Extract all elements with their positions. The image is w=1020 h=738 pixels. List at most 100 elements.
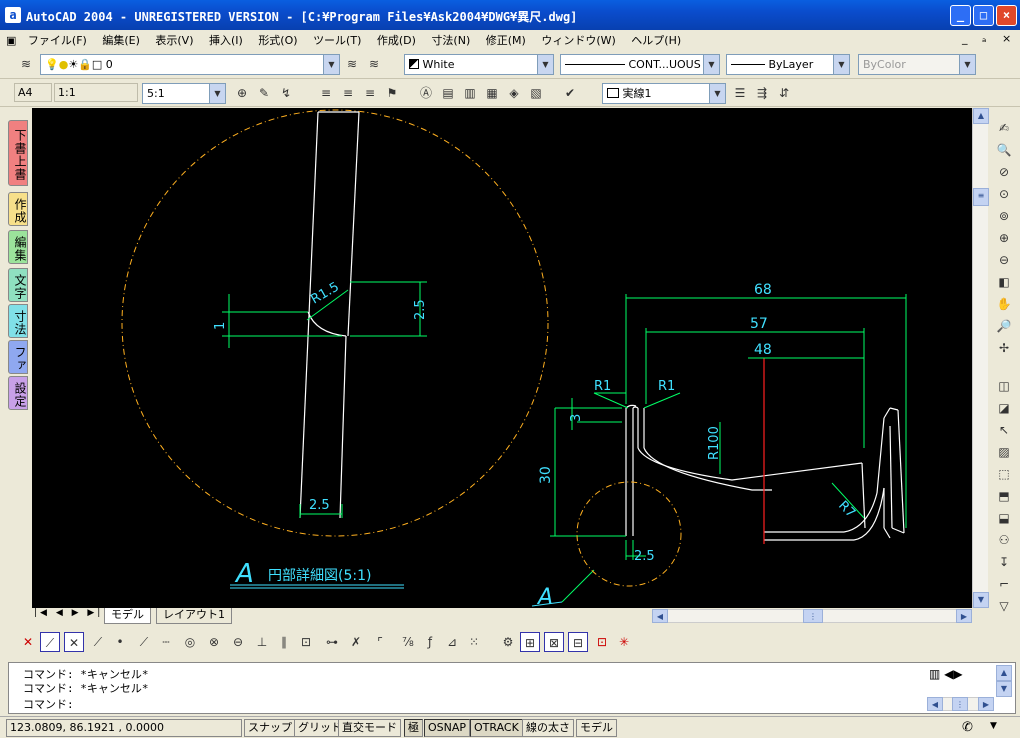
close-button[interactable]: × xyxy=(996,5,1017,26)
scroll-up-icon[interactable]: ▲ xyxy=(973,108,989,124)
mdi-restore-button[interactable]: ₐ xyxy=(982,32,986,45)
command-prompt[interactable]: コマンド: xyxy=(23,696,74,712)
pan-realtime-icon[interactable]: ✍ xyxy=(994,118,1014,138)
scale-ratio-field[interactable]: 1:1 xyxy=(54,83,138,102)
zoom-realtime-icon[interactable]: 🔎 xyxy=(994,316,1014,336)
menu-modify[interactable]: 修正(M) xyxy=(480,30,532,48)
polar-toggle[interactable]: 極 xyxy=(404,719,423,737)
snap-from-icon[interactable]: ⌜ xyxy=(370,632,390,652)
zoom-scale-icon[interactable]: ⊙ xyxy=(994,184,1014,204)
scroll-left-icon[interactable]: ◀ xyxy=(652,609,668,623)
select-all-icon[interactable]: ⬚ xyxy=(994,464,1014,484)
left-tab-edit[interactable]: 編集 xyxy=(8,230,28,264)
text-edit-icon[interactable]: ▤ xyxy=(438,83,458,103)
filter-icon[interactable]: ▽ xyxy=(994,596,1014,616)
menu-dimension[interactable]: 寸法(N) xyxy=(425,30,476,48)
left-tab-draft[interactable]: 下書上書 xyxy=(8,120,28,186)
left-tab-file[interactable]: ファ xyxy=(8,340,28,374)
midpoint-icon[interactable]: • xyxy=(110,632,130,652)
snap-toggle-b-icon[interactable]: ⊠ xyxy=(544,632,564,652)
properties-icon[interactable]: ✔ xyxy=(560,83,580,103)
title-bar[interactable]: a AutoCAD 2004 - UNREGISTERED VERSION - … xyxy=(0,0,1020,30)
text-off-icon[interactable]: ▧ xyxy=(526,83,546,103)
snap-toggle-a-icon[interactable]: ⊞ xyxy=(520,632,540,652)
linetype-combo[interactable]: CONT...UOUS ▼ xyxy=(560,54,720,75)
apparent-icon[interactable]: ┄ xyxy=(156,632,176,652)
command-scroll-right-icon[interactable]: ▶ xyxy=(978,697,994,711)
chevron-down-icon[interactable]: ▼ xyxy=(709,84,725,103)
chevron-down-icon[interactable]: ▼ xyxy=(323,55,339,74)
dim-style-b-icon[interactable]: ≡ xyxy=(338,83,358,103)
command-scroll-thumb[interactable]: ⋮ xyxy=(952,697,968,711)
vertical-scrollbar[interactable]: ▲ ≡ ▼ xyxy=(972,108,989,608)
hatch-icon[interactable]: ▨ xyxy=(994,442,1014,462)
regen-icon[interactable]: ✢ xyxy=(994,338,1014,358)
parallel-icon[interactable]: ∥ xyxy=(274,632,294,652)
left-tab-settings[interactable]: 設定 xyxy=(8,376,28,410)
endpoint-icon[interactable]: ⟋ xyxy=(88,632,108,652)
layer-previous-icon[interactable]: ≋ xyxy=(364,54,384,74)
text-style-icon[interactable]: Ⓐ xyxy=(416,83,436,103)
scroll-thumb[interactable]: ≡ xyxy=(973,188,989,206)
ortho-toggle[interactable]: 直交モード xyxy=(338,719,401,737)
lineweight-combo[interactable]: ByLayer ▼ xyxy=(726,54,850,75)
cancel-icon[interactable]: ✕ xyxy=(18,632,38,652)
menu-window[interactable]: ウィンドウ(W) xyxy=(535,30,621,48)
select-previous-icon[interactable]: ⬓ xyxy=(994,508,1014,528)
zoom-dynamic-icon[interactable]: ⊘ xyxy=(994,162,1014,182)
menu-edit[interactable]: 編集(E) xyxy=(96,30,146,48)
scroll-right-icon[interactable]: ▶ xyxy=(956,609,972,623)
menu-format[interactable]: 形式(O) xyxy=(252,30,303,48)
center-icon[interactable]: ◎ xyxy=(180,632,200,652)
mdi-minimize-button[interactable]: _ xyxy=(962,32,968,45)
status-menu-chevron-icon[interactable]: ▼ xyxy=(990,721,997,731)
line-icon[interactable]: ⟋ xyxy=(40,632,60,652)
layer-combo[interactable]: 💡●☀🔒□ 0 ▼ xyxy=(40,54,340,75)
menu-file[interactable]: ファイル(F) xyxy=(22,30,93,48)
group-icon[interactable]: ⚇ xyxy=(994,530,1014,550)
make-current-layer-icon[interactable]: ≋ xyxy=(342,54,362,74)
grid-dots-icon[interactable]: ⁙ xyxy=(464,632,484,652)
coordinate-readout[interactable]: 123.0809, 86.1921 , 0.0000 xyxy=(6,719,242,737)
command-scroll-down-icon[interactable]: ▼ xyxy=(996,681,1012,697)
select-cross-icon[interactable]: ◪ xyxy=(994,398,1014,418)
snap-toggle-c-icon[interactable]: ⊟ xyxy=(568,632,588,652)
menu-view[interactable]: 表示(V) xyxy=(149,30,199,48)
tab-nav-arrows-icon[interactable]: |◀ ◀ ▶ ▶| xyxy=(34,608,103,618)
command-h-scrollbar[interactable]: ◀ ⋮ ▶ xyxy=(927,697,994,711)
paper-size-field[interactable]: A4 xyxy=(14,83,52,102)
insert-point-icon[interactable]: ⊡ xyxy=(296,632,316,652)
menu-tools[interactable]: ツール(T) xyxy=(307,30,367,48)
linestyle-combo[interactable]: 実線1 ▼ xyxy=(602,83,726,104)
chevron-down-icon[interactable]: ▼ xyxy=(209,84,225,103)
zoom-scale-icon[interactable]: ⊕ xyxy=(232,83,252,103)
command-window[interactable]: コマンド: *キャンセル* コマンド: *キャンセル* コマンド: ▥ ◀▶ ▲… xyxy=(8,662,1016,714)
fy-filter-icon[interactable]: ƒ xyxy=(420,632,440,652)
scale-combo[interactable]: 5:1 ▼ xyxy=(142,83,226,104)
linestyle-reset-icon[interactable]: ⇵ xyxy=(774,83,794,103)
extension-icon[interactable]: ⟋ xyxy=(134,632,154,652)
nearest-icon[interactable]: ✗ xyxy=(346,632,366,652)
zoom-center-icon[interactable]: ⊚ xyxy=(994,206,1014,226)
angle-icon[interactable]: ⊿ xyxy=(442,632,462,652)
zoom-window-icon[interactable]: 🔍 xyxy=(994,140,1014,160)
drawing-canvas[interactable]: R1.5 2.5 1 2.5 A 円部詳細図(5:1) 68 57 48 R1 … xyxy=(32,108,972,610)
autocad-app-icon[interactable]: a xyxy=(5,7,21,23)
text-find-icon[interactable]: ◈ xyxy=(504,83,524,103)
dim-style-a-icon[interactable]: ≡ xyxy=(316,83,336,103)
layer-manager-icon[interactable]: ≋ xyxy=(16,54,36,74)
break-icon[interactable]: ↧ xyxy=(994,552,1014,572)
snap-clear-icon[interactable]: ⊡ xyxy=(592,632,612,652)
chevron-down-icon[interactable]: ▼ xyxy=(537,55,553,74)
zoom-all-icon[interactable]: ◧ xyxy=(994,272,1014,292)
snap-toggle[interactable]: スナップ xyxy=(244,719,296,737)
left-tab-dimension[interactable]: 寸法 xyxy=(8,304,28,338)
tab-model[interactable]: モデル xyxy=(104,608,151,624)
trim-icon[interactable]: ⌐ xyxy=(994,574,1014,594)
model-toggle[interactable]: モデル xyxy=(576,719,617,737)
minimize-button[interactable]: _ xyxy=(950,5,971,26)
node-icon[interactable]: ⊶ xyxy=(322,632,342,652)
zoom-in-icon[interactable]: ⊕ xyxy=(994,228,1014,248)
intersection-icon[interactable]: ✕ xyxy=(64,632,84,652)
osnap-toggle[interactable]: OSNAP xyxy=(424,719,471,737)
